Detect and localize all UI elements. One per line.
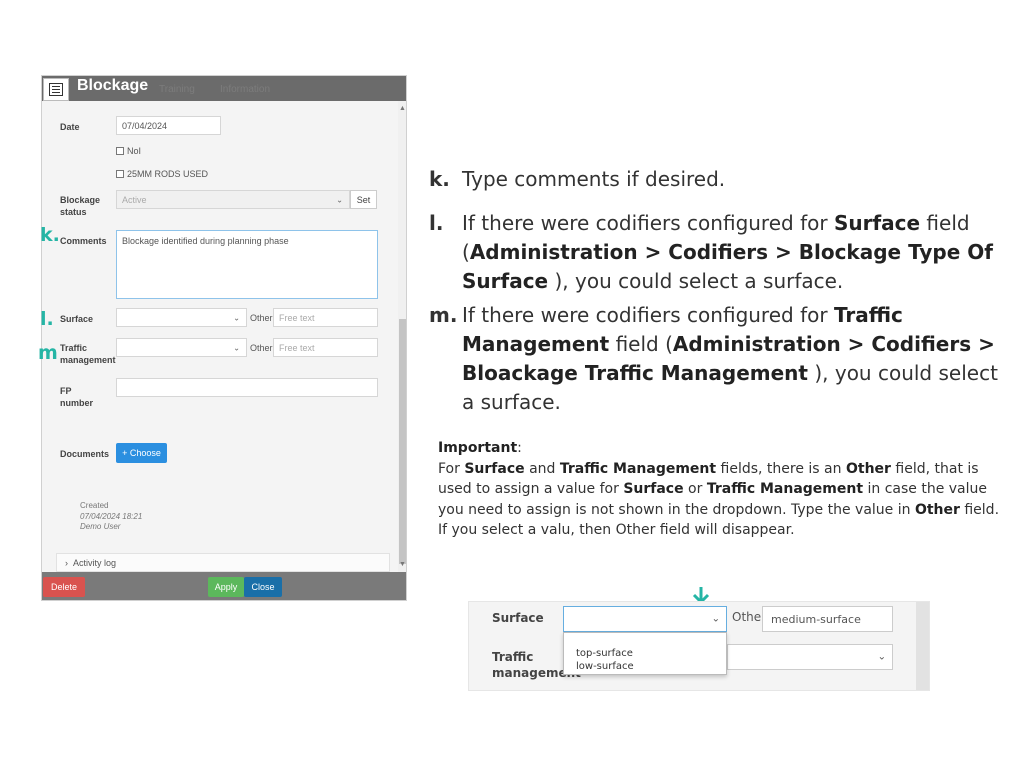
step-k: k. Type comments if desired. (429, 165, 999, 194)
chevron-down-icon: ⌄ (877, 651, 886, 663)
close-button[interactable]: Close (244, 577, 282, 597)
apply-button[interactable]: Apply (208, 577, 244, 597)
marker-m: m (38, 342, 58, 364)
traffic-other-input[interactable]: Free text (273, 338, 378, 357)
dialog-scrollbar[interactable]: ▲ ▼ (398, 101, 406, 572)
step-l-text: If there were codifiers configured for S… (462, 211, 993, 293)
dialog-header: Blockage Training Information (42, 76, 406, 101)
step-l-letter: l. (429, 211, 444, 235)
dropdown-option[interactable]: low-surface (576, 660, 726, 673)
created-user: Demo User (80, 522, 121, 531)
surface-zoom-screenshot: Surface ⌄ Other: medium-surface Traffic … (468, 601, 930, 691)
important-note: Important: For Surface and Traffic Manag… (438, 438, 1008, 541)
rods-checkbox[interactable] (116, 170, 124, 178)
traffic-other-label: Other: (250, 343, 276, 353)
chevron-right-icon: › (65, 557, 68, 568)
step-m: m. If there were codifiers configured fo… (429, 301, 999, 417)
step-l: l. If there were codifiers configured fo… (429, 209, 999, 296)
step-k-letter: k. (429, 167, 450, 191)
chevron-down-icon: ⌄ (233, 343, 240, 352)
noi-checkbox[interactable] (116, 147, 124, 155)
fp-number-label: FP number (60, 386, 94, 408)
blockage-status-select[interactable]: Active ⌄ (116, 190, 350, 209)
noi-checkbox-label: NoI (127, 146, 142, 156)
dropdown-option[interactable]: top-surface (576, 647, 726, 660)
dialog-body: Date 07/04/2024 NoI 25MM RODS USED Block… (42, 101, 398, 572)
rods-checkbox-row[interactable]: 25MM RODS USED (116, 169, 208, 179)
comments-textarea[interactable]: Blockage identified during planning phas… (116, 230, 378, 299)
activity-log-toggle[interactable]: › Activity log (56, 553, 390, 572)
zoom-traffic-select[interactable]: ⌄ (727, 644, 893, 670)
zoom-other-input[interactable]: medium-surface (762, 606, 893, 632)
rods-checkbox-label: 25MM RODS USED (127, 169, 209, 179)
zoom-surface-select[interactable]: ⌄ (563, 606, 727, 632)
surface-other-label: Other: (250, 313, 276, 323)
surface-label: Surface (60, 314, 94, 324)
surface-dropdown-list: top-surface low-surface (563, 632, 727, 675)
scroll-thumb[interactable] (399, 319, 406, 564)
scroll-up-icon[interactable]: ▲ (399, 105, 406, 112)
delete-button[interactable]: Delete (43, 577, 85, 597)
activity-log-label: Activity log (73, 557, 117, 568)
traffic-management-select[interactable]: ⌄ (116, 338, 247, 357)
list-icon[interactable] (43, 78, 69, 101)
noi-checkbox-row[interactable]: NoI (116, 146, 141, 156)
choose-button[interactable]: + Choose (116, 443, 167, 463)
step-m-letter: m. (429, 303, 458, 327)
traffic-management-label: Traffic management (60, 343, 116, 365)
date-label: Date (60, 122, 80, 132)
blockage-dialog: Blockage Training Information Date 07/04… (41, 75, 407, 601)
zoom-surface-label: Surface (492, 611, 544, 625)
step-m-text: If there were codifiers configured for T… (462, 303, 998, 414)
important-heading: Important: (438, 440, 522, 456)
tab-training[interactable]: Training (159, 84, 195, 95)
important-body: For Surface and Traffic Management field… (438, 460, 1000, 539)
marker-l: l. (40, 308, 54, 330)
chevron-down-icon: ⌄ (336, 195, 343, 204)
dialog-footer: Delete Apply Close (42, 572, 406, 600)
documents-label: Documents (60, 449, 110, 459)
set-button[interactable]: Set (350, 190, 377, 209)
zoom-scrollbar (916, 602, 929, 690)
comments-label: Comments (60, 236, 107, 246)
fp-number-input[interactable] (116, 378, 378, 397)
created-label: Created (80, 501, 109, 510)
surface-other-input[interactable]: Free text (273, 308, 378, 327)
tab-information[interactable]: Information (220, 84, 270, 95)
chevron-down-icon: ⌄ (233, 313, 240, 322)
date-input[interactable]: 07/04/2024 (116, 116, 221, 135)
created-date: 07/04/2024 18:21 (80, 511, 143, 521)
step-k-text: Type comments if desired. (462, 167, 726, 191)
surface-select[interactable]: ⌄ (116, 308, 247, 327)
chevron-down-icon: ⌄ (711, 613, 720, 625)
scroll-down-icon[interactable]: ▼ (399, 561, 406, 568)
blockage-status-label: Blockage status (60, 195, 101, 217)
created-info: Created 07/04/2024 18:21 Demo User (80, 501, 142, 533)
dialog-title: Blockage (77, 77, 149, 94)
marker-k: k. (40, 224, 60, 246)
